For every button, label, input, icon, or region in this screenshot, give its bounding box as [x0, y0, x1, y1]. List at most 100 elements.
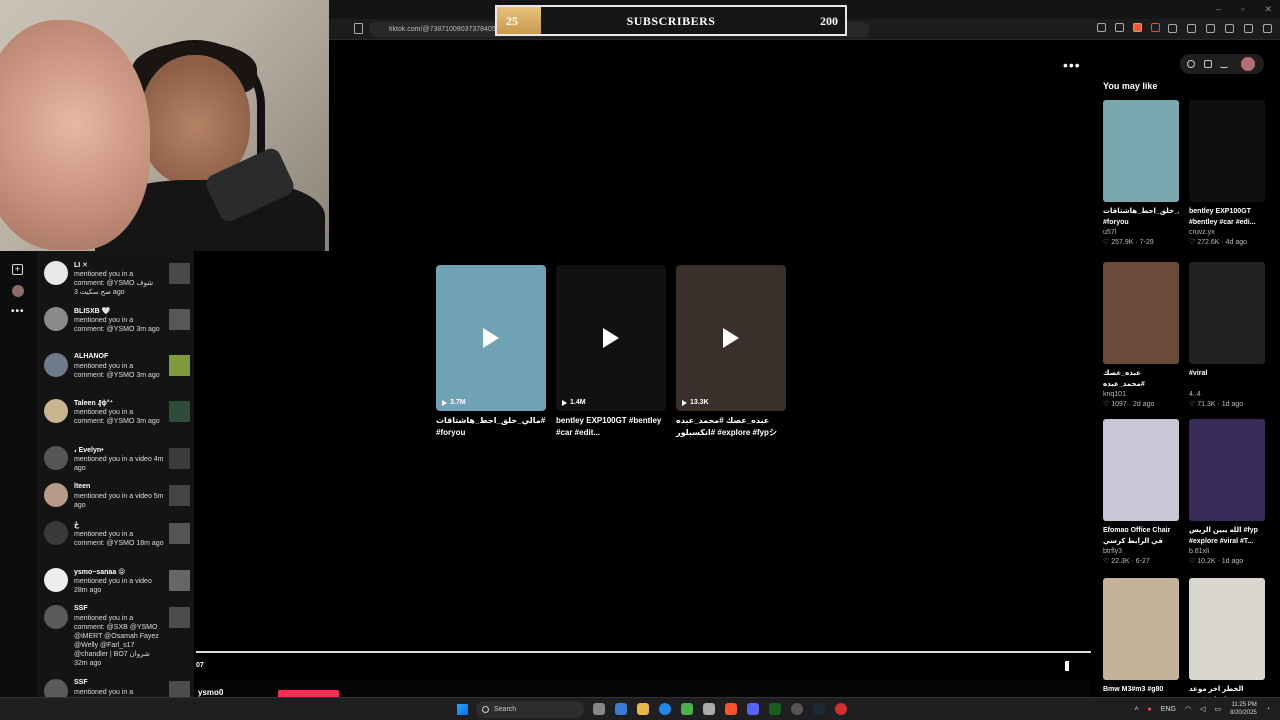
edge-icon[interactable]: [659, 703, 671, 715]
more-options-icon[interactable]: •••: [1063, 57, 1081, 73]
taskbar-search[interactable]: Search: [476, 701, 584, 718]
share-icon[interactable]: [1115, 23, 1124, 32]
copilot-icon[interactable]: [615, 703, 627, 715]
store-icon[interactable]: [703, 703, 715, 715]
discord-icon[interactable]: [747, 703, 759, 715]
notification-thumbnail[interactable]: [169, 607, 190, 628]
speaker-icon[interactable]: ◁: [1200, 705, 1205, 713]
recommended-author[interactable]: 4..4: [1189, 390, 1265, 400]
windows-start-icon[interactable]: [457, 704, 468, 715]
video-card[interactable]: 1.4M bentley EXP100GT #bentley #car #edit…: [556, 265, 666, 439]
rewards-icon[interactable]: [1151, 23, 1160, 32]
recommended-video[interactable]: Bmw M3#m3 #g80: [1103, 578, 1179, 706]
menu-icon[interactable]: [1263, 24, 1272, 33]
video-username[interactable]: ysmo0: [198, 688, 223, 697]
profile-avatar[interactable]: [12, 285, 24, 297]
notification-bell-icon[interactable]: ◔: [1266, 706, 1270, 713]
obs-icon[interactable]: [791, 703, 803, 715]
sidebar-icon[interactable]: [1187, 24, 1196, 33]
notification-name[interactable]: ځ: [74, 521, 79, 529]
recommended-title[interactable]: عبده_عصك #محمد_عبده #انكسبلور #explore..…: [1103, 368, 1179, 390]
recommended-thumbnail[interactable]: [1103, 419, 1179, 521]
play-icon[interactable]: [723, 328, 739, 348]
volume-icon[interactable]: [1065, 661, 1076, 671]
record-icon[interactable]: [835, 703, 847, 715]
recommended-title[interactable]: مالي_خلق_احط_هاشتاقات# #foryou: [1103, 206, 1179, 228]
notification-name[interactable]: lteen: [74, 483, 90, 490]
video-thumbnail[interactable]: 1.4M: [556, 265, 666, 411]
close-icon[interactable]: ✕: [1264, 4, 1272, 15]
taskbar-clock[interactable]: 11:25 PM 8/20/2025: [1230, 701, 1257, 717]
compass-icon[interactable]: [1187, 60, 1195, 68]
notification-thumbnail[interactable]: [169, 355, 190, 376]
wifi-icon[interactable]: ◠: [1185, 705, 1191, 713]
recommended-thumbnail[interactable]: [1103, 262, 1179, 364]
file-explorer-icon[interactable]: [637, 703, 649, 715]
screenshot-icon[interactable]: [1097, 23, 1106, 32]
play-icon[interactable]: [603, 328, 619, 348]
notification-avatar[interactable]: [44, 307, 68, 331]
notification-name[interactable]: SSF: [74, 679, 88, 686]
recommended-author[interactable]: knq101: [1103, 390, 1179, 400]
notification-thumbnail[interactable]: [169, 309, 190, 330]
bookmark-icon[interactable]: [354, 23, 363, 34]
recommended-author[interactable]: u57l: [1103, 228, 1179, 238]
language-indicator[interactable]: ENG: [1161, 706, 1176, 713]
tray-chevron-icon[interactable]: ˄: [1134, 706, 1138, 713]
brave-shield-icon[interactable]: [1133, 23, 1142, 32]
download-icon[interactable]: [1220, 60, 1228, 68]
notification-avatar[interactable]: [44, 568, 68, 592]
recommended-thumbnail[interactable]: [1103, 578, 1179, 680]
notification-name[interactable]: ، Evelyn•: [74, 446, 104, 454]
notification-name[interactable]: SSF: [74, 605, 88, 612]
extension-icon[interactable]: [1168, 24, 1177, 33]
notification-avatar[interactable]: [44, 605, 68, 629]
notification-thumbnail[interactable]: [169, 401, 190, 422]
task-view-icon[interactable]: [593, 703, 605, 715]
video-card[interactable]: 3.7M مالي_خلق_احط_هاشتاقات# #foryou: [436, 265, 546, 439]
excel-icon[interactable]: [769, 703, 781, 715]
notification-avatar[interactable]: [44, 446, 68, 470]
recommended-thumbnail[interactable]: [1189, 262, 1265, 364]
recommended-video[interactable]: مالي_خلق_احط_هاشتاقات# #foryouu57l♡ 257.…: [1103, 100, 1179, 248]
recommended-thumbnail[interactable]: [1103, 100, 1179, 202]
recommended-thumbnail[interactable]: [1189, 419, 1265, 521]
recommended-title[interactable]: الله يبين الريس #fyp #explore #viral #T.…: [1189, 525, 1265, 547]
battery-icon[interactable]: ▭: [1214, 705, 1221, 713]
steam-icon[interactable]: [813, 703, 825, 715]
recommended-author[interactable]: cruvz.yx: [1189, 228, 1265, 238]
maximize-icon[interactable]: ▫: [1241, 4, 1244, 15]
upload-icon[interactable]: +: [12, 264, 23, 275]
video-caption[interactable]: bentley EXP100GT #bentley #car #edit...: [556, 415, 666, 439]
recommended-video[interactable]: #viral 4..4 ♡ 71.3K · 1d ago: [1189, 262, 1265, 410]
notification-thumbnail[interactable]: [169, 523, 190, 544]
recommended-title[interactable]: Efomao Office Chair في الرابط كرسي جودته…: [1103, 525, 1179, 547]
notification-avatar[interactable]: [44, 521, 68, 545]
notification-avatar[interactable]: [44, 261, 68, 285]
video-progress-bar[interactable]: [196, 651, 1091, 653]
more-icon[interactable]: •••: [11, 306, 25, 317]
recommended-title[interactable]: #viral: [1189, 368, 1265, 390]
mic-icon[interactable]: ●: [1148, 706, 1152, 713]
chrome-icon[interactable]: [681, 703, 693, 715]
video-caption[interactable]: عبده_عصك #محمد_عبده #انكسبلور #explore #…: [676, 415, 786, 439]
notification-thumbnail[interactable]: [169, 485, 190, 506]
play-icon[interactable]: [483, 328, 499, 348]
video-caption[interactable]: مالي_خلق_احط_هاشتاقات# #foryou: [436, 415, 546, 439]
wallet-icon[interactable]: [1225, 24, 1234, 33]
notification-thumbnail[interactable]: [169, 263, 190, 284]
video-thumbnail[interactable]: 13.3K: [676, 265, 786, 411]
notification-thumbnail[interactable]: [169, 570, 190, 591]
recommended-video[interactable]: الله يبين الريس #fyp #explore #viral #T.…: [1189, 419, 1265, 567]
recommended-author[interactable]: btrfly3: [1103, 547, 1179, 557]
minimize-icon[interactable]: –: [1216, 4, 1221, 15]
notification-name[interactable]: ALHANOF: [74, 353, 108, 360]
recommended-thumbnail[interactable]: [1189, 100, 1265, 202]
device-icon[interactable]: [1204, 60, 1212, 68]
recommended-video[interactable]: عبده_عصك #محمد_عبده #انكسبلور #explore..…: [1103, 262, 1179, 410]
recommended-author[interactable]: b.81xli: [1189, 547, 1265, 557]
notification-avatar[interactable]: [44, 483, 68, 507]
notification-avatar[interactable]: [44, 353, 68, 377]
video-thumbnail[interactable]: 3.7M: [436, 265, 546, 411]
notification-name[interactable]: Taleen ₰ϕ°⁺: [74, 399, 113, 407]
